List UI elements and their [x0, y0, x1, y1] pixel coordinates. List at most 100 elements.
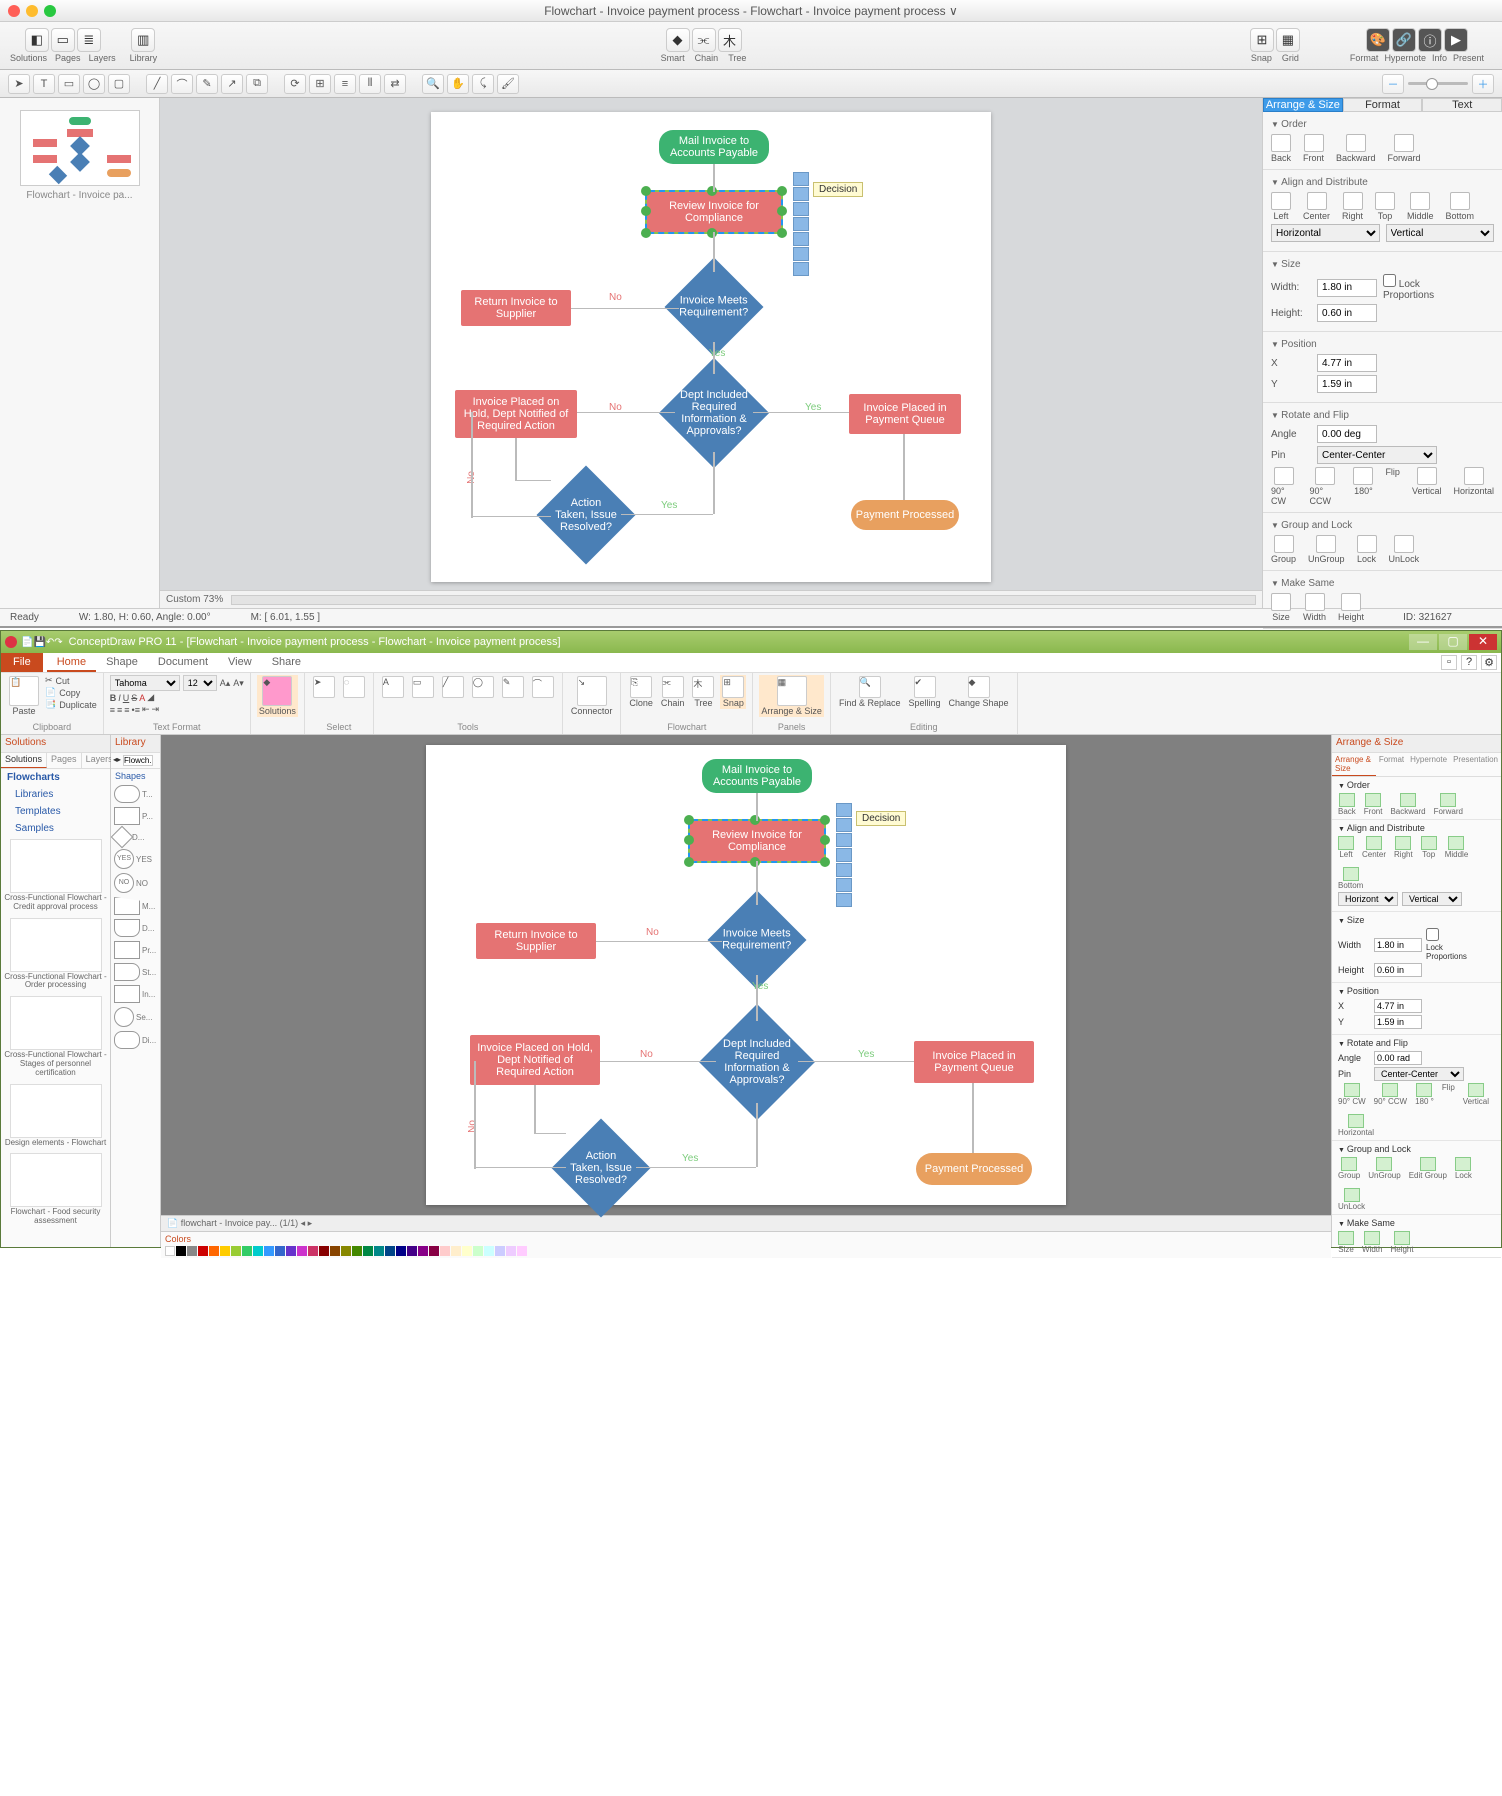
node-return-invoice[interactable]: Return Invoice to Supplier: [461, 290, 571, 326]
change-shape-button[interactable]: ◆Change Shape: [947, 675, 1011, 709]
wr-180[interactable]: 180 °: [1415, 1083, 1434, 1106]
unlock-button[interactable]: UnLock: [1389, 535, 1420, 564]
ribbon-tab-view[interactable]: View: [218, 653, 262, 672]
wr-ungroup[interactable]: UnGroup: [1368, 1157, 1400, 1180]
y-input[interactable]: [1317, 375, 1377, 393]
ribbon-file-tab[interactable]: File: [1, 653, 43, 672]
angle-input[interactable]: [1317, 425, 1377, 443]
ellipse-tool[interactable]: ◯: [83, 74, 105, 94]
win-page-tabs[interactable]: 📄 flowchart - Invoice pay... (1/1) ◂ ▸: [161, 1215, 1331, 1231]
color-swatches[interactable]: [165, 1246, 1327, 1256]
lasso-tool-win[interactable]: ◌: [341, 675, 367, 699]
paper[interactable]: Mail Invoice to Accounts Payable Review …: [431, 112, 991, 582]
layers-button[interactable]: ≣: [77, 28, 101, 52]
win-close-button[interactable]: ✕: [1469, 634, 1497, 650]
wr-angle-input[interactable]: [1374, 1051, 1422, 1065]
order-backward[interactable]: Backward: [1336, 134, 1376, 163]
wr-horiz-select[interactable]: Horizontal: [1338, 892, 1398, 906]
font-grow-icon[interactable]: A▴: [220, 678, 231, 689]
grid-button[interactable]: ▦: [1276, 28, 1300, 52]
tree-samples[interactable]: Samples: [1, 820, 110, 837]
wr-group[interactable]: Group: [1338, 1157, 1360, 1180]
wr-lock[interactable]: Lock: [1455, 1157, 1472, 1180]
tab-text[interactable]: Text: [1422, 98, 1502, 112]
lib-decision[interactable]: D...: [111, 827, 160, 847]
win-paper[interactable]: Mail Invoice to Accounts Payable Review …: [426, 745, 1066, 1205]
solutions-tab[interactable]: Solutions: [1, 753, 47, 768]
rect-tool[interactable]: ▭: [58, 74, 80, 94]
win-min-button[interactable]: —: [1409, 634, 1437, 650]
arrange-size-button[interactable]: ▦Arrange & Size: [759, 675, 824, 717]
rotate-90cw[interactable]: 90° CW: [1271, 467, 1297, 506]
node-payment-queue[interactable]: Invoice Placed in Payment Queue: [914, 1041, 1034, 1083]
group-tool[interactable]: ⊞: [309, 74, 331, 94]
lib-predefined[interactable]: Pr...: [111, 939, 160, 961]
wr-width-input[interactable]: [1374, 938, 1422, 952]
tree-button-win[interactable]: ⽊Tree: [690, 675, 716, 709]
library-button[interactable]: ▥: [131, 28, 155, 52]
order-forward[interactable]: Forward: [1388, 134, 1421, 163]
lib-yes[interactable]: YESYES: [111, 847, 160, 871]
cut-button[interactable]: ✂ Cut: [45, 675, 97, 686]
ribbon-option-icon[interactable]: ⚙: [1481, 655, 1497, 670]
wr-tab-format[interactable]: Format: [1376, 753, 1407, 776]
win-max-button[interactable]: ▢: [1439, 634, 1467, 650]
indent-dec-button[interactable]: ⇤: [142, 704, 150, 715]
rect-tool-win[interactable]: ▭: [410, 675, 436, 699]
align-top[interactable]: Top: [1375, 192, 1395, 221]
lib-internal[interactable]: In...: [111, 983, 160, 1005]
find-replace-button[interactable]: 🔍Find & Replace: [837, 675, 903, 709]
sample-thumb[interactable]: [10, 839, 102, 893]
lib-manual[interactable]: M...: [111, 895, 160, 917]
font-select[interactable]: Tahoma: [110, 675, 180, 691]
wr-align-left[interactable]: Left: [1338, 836, 1354, 859]
align-center-button[interactable]: ≡: [117, 705, 122, 715]
sample-thumb[interactable]: [10, 1153, 102, 1207]
flip-vertical[interactable]: Vertical: [1412, 467, 1442, 506]
sample-thumb[interactable]: [10, 918, 102, 972]
spelling-button[interactable]: ✔Spelling: [906, 675, 942, 709]
wr-editgroup[interactable]: Edit Group: [1409, 1157, 1447, 1180]
wr-same-height[interactable]: Height: [1390, 1231, 1413, 1254]
node-on-hold[interactable]: Invoice Placed on Hold, Dept Notified of…: [470, 1035, 600, 1085]
align-bottom[interactable]: Bottom: [1446, 192, 1475, 221]
width-input[interactable]: [1317, 279, 1377, 297]
align-middle[interactable]: Middle: [1407, 192, 1434, 221]
align-left-button[interactable]: ≡: [110, 705, 115, 715]
tree-libraries[interactable]: Libraries: [1, 786, 110, 803]
crop-tool[interactable]: ⧉: [246, 74, 268, 94]
paste-button[interactable]: 📋Paste: [7, 675, 41, 717]
font-size-select[interactable]: 12: [183, 675, 217, 691]
hscrollbar[interactable]: [231, 595, 1256, 605]
wr-90cw[interactable]: 90° CW: [1338, 1083, 1366, 1106]
pages-button[interactable]: ▭: [51, 28, 75, 52]
node-mail-invoice[interactable]: Mail Invoice to Accounts Payable: [702, 759, 812, 793]
lib-sequential[interactable]: Se...: [111, 1005, 160, 1029]
ribbon-collapse-icon[interactable]: ▫: [1441, 655, 1457, 670]
wr-align-bottom[interactable]: Bottom: [1338, 867, 1363, 890]
hypernote-button[interactable]: 🔗: [1392, 28, 1416, 52]
tree-flowcharts[interactable]: Flowcharts: [1, 769, 110, 786]
strike-button[interactable]: S: [131, 693, 137, 703]
bold-button[interactable]: B: [110, 693, 117, 703]
solutions-button-win[interactable]: ◆Solutions: [257, 675, 298, 717]
node-mail-invoice[interactable]: Mail Invoice to Accounts Payable: [659, 130, 769, 164]
info-button[interactable]: ⓘ: [1418, 28, 1442, 52]
lib-direct[interactable]: Di...: [111, 1029, 160, 1051]
mac-canvas[interactable]: Mail Invoice to Accounts Payable Review …: [160, 98, 1262, 590]
ribbon-tab-document[interactable]: Document: [148, 653, 218, 672]
height-input[interactable]: [1317, 304, 1377, 322]
copy-button[interactable]: 📄 Copy: [45, 687, 97, 698]
arc-tool-win[interactable]: ⌒: [530, 675, 556, 699]
snap-button[interactable]: ⊞: [1250, 28, 1274, 52]
wr-backward[interactable]: Backward: [1390, 793, 1425, 816]
node-action-taken[interactable]: Action Taken, Issue Resolved?: [537, 466, 636, 565]
solutions-button[interactable]: ◧: [25, 28, 49, 52]
order-back[interactable]: Back: [1271, 134, 1291, 163]
smart-button[interactable]: ◆: [666, 28, 690, 52]
align-right-button[interactable]: ≡: [124, 705, 129, 715]
ribbon-help-icon[interactable]: ?: [1461, 655, 1477, 670]
wr-height-input[interactable]: [1374, 963, 1422, 977]
node-payment-queue[interactable]: Invoice Placed in Payment Queue: [849, 394, 961, 434]
distribute-horizontal[interactable]: Horizontal: [1271, 224, 1380, 242]
